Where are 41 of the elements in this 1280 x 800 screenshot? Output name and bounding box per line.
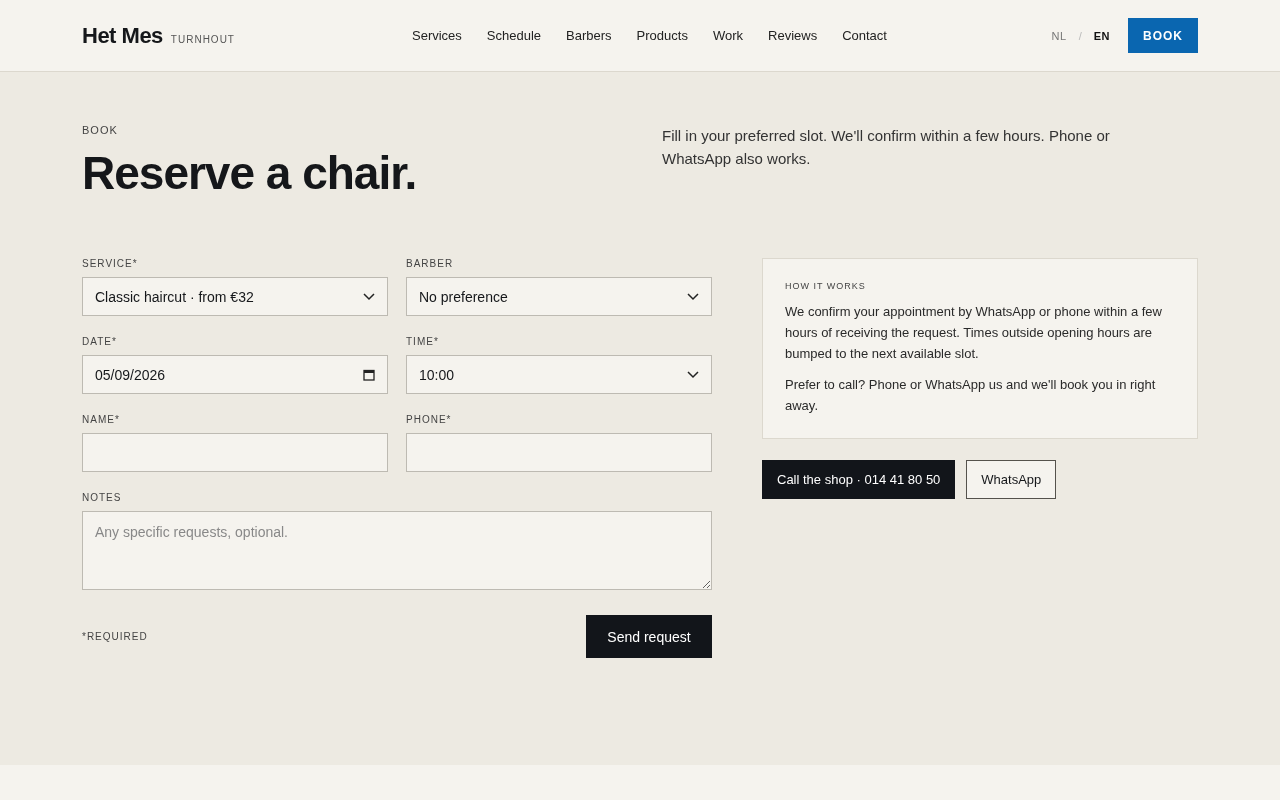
nav-link[interactable]: Services (412, 28, 462, 43)
textarea-field[interactable]: Any specific requests, optional. (82, 511, 712, 590)
field-label: BARBER (406, 258, 455, 269)
card-title: HOW IT WORKS (785, 281, 867, 291)
chevron-down-icon (687, 292, 699, 301)
whatsapp-button[interactable]: WhatsApp (966, 460, 1057, 499)
info-paragraph: Prefer to call? Phone or WhatsApp us and we'll book you in right away. (785, 376, 1157, 415)
field-label: SERVICE* (82, 258, 139, 269)
required-note: *REQUIRED (82, 631, 148, 642)
select-field[interactable]: No preference (406, 277, 712, 316)
nav-link[interactable]: Contact (842, 28, 887, 43)
calendar-icon (363, 368, 375, 381)
send-request-button[interactable]: Send request (586, 615, 712, 658)
field-label: PHONE* (406, 414, 453, 425)
nav-link[interactable]: Products (636, 28, 688, 43)
input-field[interactable] (82, 433, 388, 472)
book-button[interactable]: BOOK (1128, 18, 1198, 53)
intro-text: Fill in your preferred slot. We'll confirm within a few hours. Phone or WhatsApp also works. (662, 126, 1111, 169)
nav-link[interactable]: Barbers (566, 28, 612, 43)
language-separator: / (1078, 29, 1082, 42)
nav-link[interactable]: Schedule (486, 28, 542, 43)
select-field[interactable]: 10:00 (406, 355, 712, 394)
field-label: NAME* (82, 414, 121, 425)
chevron-down-icon (363, 292, 375, 301)
input-field[interactable] (406, 433, 712, 472)
section-eyebrow: BOOK (82, 124, 119, 136)
field-label: NOTES (82, 492, 123, 503)
field-label: DATE* (82, 336, 118, 347)
brand-location: TURNHOUT (170, 33, 235, 45)
language-link[interactable]: EN (1093, 29, 1110, 42)
field-label: TIME* (406, 336, 440, 347)
call-button[interactable]: Call the shop · 014 41 80 50 (762, 460, 956, 499)
date-field[interactable]: 05/09/2026 (82, 355, 388, 394)
nav-link[interactable]: Reviews (768, 28, 818, 43)
chevron-down-icon (687, 370, 699, 379)
nav-link[interactable]: Work (712, 28, 744, 43)
info-paragraph: We confirm your appointment by WhatsApp or phone within a few hours of receiving the request. Times outside opening hours are bumped to the next available slot. (785, 303, 1163, 363)
select-field[interactable]: Classic haircut · from €32 (82, 277, 388, 316)
page-title: Reserve a chair. (82, 146, 418, 200)
brand-name[interactable]: Het Mes (82, 22, 163, 49)
language-link[interactable]: NL (1051, 29, 1067, 42)
